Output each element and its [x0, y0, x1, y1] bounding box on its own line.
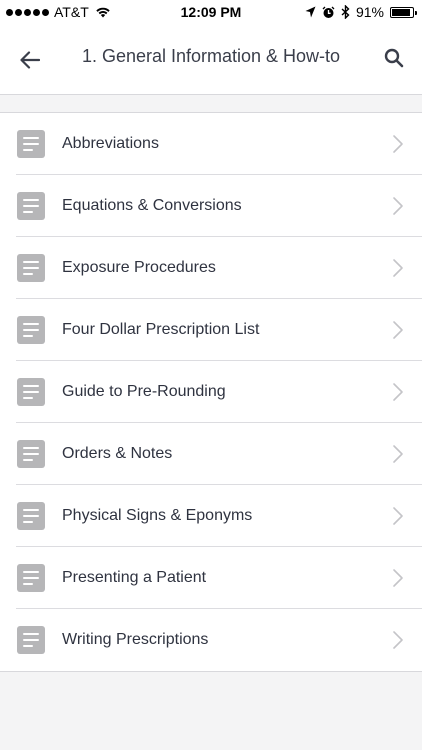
- nav-bar: 1. General Information & How-to: [0, 26, 422, 95]
- battery-icon: [390, 6, 417, 18]
- list-item-label: Exposure Procedures: [62, 259, 216, 276]
- chevron-right-icon: [393, 197, 403, 215]
- list-item-label: Equations & Conversions: [62, 197, 242, 214]
- list-item-label: Presenting a Patient: [62, 569, 207, 586]
- list-item[interactable]: Orders & Notes: [0, 423, 422, 485]
- list-item[interactable]: Presenting a Patient: [0, 547, 422, 609]
- list-item[interactable]: Equations & Conversions: [0, 175, 422, 237]
- chevron-right-icon: [393, 259, 403, 277]
- chevron-right-icon: [393, 569, 403, 587]
- list-item-label: Guide to Pre-Rounding: [62, 383, 226, 400]
- list-item[interactable]: Exposure Procedures: [0, 237, 422, 299]
- list-item-label: Orders & Notes: [62, 445, 173, 462]
- status-bar: AT&T 12:09 PM 91%: [0, 0, 422, 26]
- status-right: 91%: [305, 4, 417, 20]
- list-item-label: Writing Prescriptions: [62, 631, 209, 648]
- document-icon: [17, 316, 45, 344]
- document-icon: [17, 378, 45, 406]
- chevron-right-icon: [393, 631, 403, 649]
- chevron-right-icon: [393, 383, 403, 401]
- battery-percent: 91%: [355, 4, 384, 20]
- chevron-right-icon: [393, 507, 403, 525]
- document-icon: [17, 626, 45, 654]
- alarm-icon: [322, 6, 335, 18]
- list-item[interactable]: Abbreviations: [0, 113, 422, 175]
- list-item[interactable]: Guide to Pre-Rounding: [0, 361, 422, 423]
- chevron-right-icon: [393, 321, 403, 339]
- document-icon: [17, 440, 45, 468]
- document-icon: [17, 254, 45, 282]
- list-item[interactable]: Four Dollar Prescription List: [0, 299, 422, 361]
- list-item-label: Abbreviations: [62, 135, 159, 152]
- document-icon: [17, 564, 45, 592]
- list-item-label: Four Dollar Prescription List: [62, 321, 260, 338]
- page-title: 1. General Information & How-to: [81, 46, 341, 66]
- location-arrow-icon: [305, 6, 316, 18]
- chevron-right-icon: [393, 445, 403, 463]
- document-icon: [17, 130, 45, 158]
- topic-list: Abbreviations Equations & Conversions Expo…: [0, 112, 422, 672]
- search-icon: [384, 48, 404, 68]
- list-item[interactable]: Physical Signs & Eponyms: [0, 485, 422, 547]
- list-item-label: Physical Signs & Eponyms: [62, 507, 253, 524]
- document-icon: [17, 192, 45, 220]
- list-item[interactable]: Writing Prescriptions: [0, 609, 422, 671]
- chevron-right-icon: [393, 135, 403, 153]
- bluetooth-icon: [341, 5, 350, 19]
- document-icon: [17, 502, 45, 530]
- search-button[interactable]: [378, 42, 410, 74]
